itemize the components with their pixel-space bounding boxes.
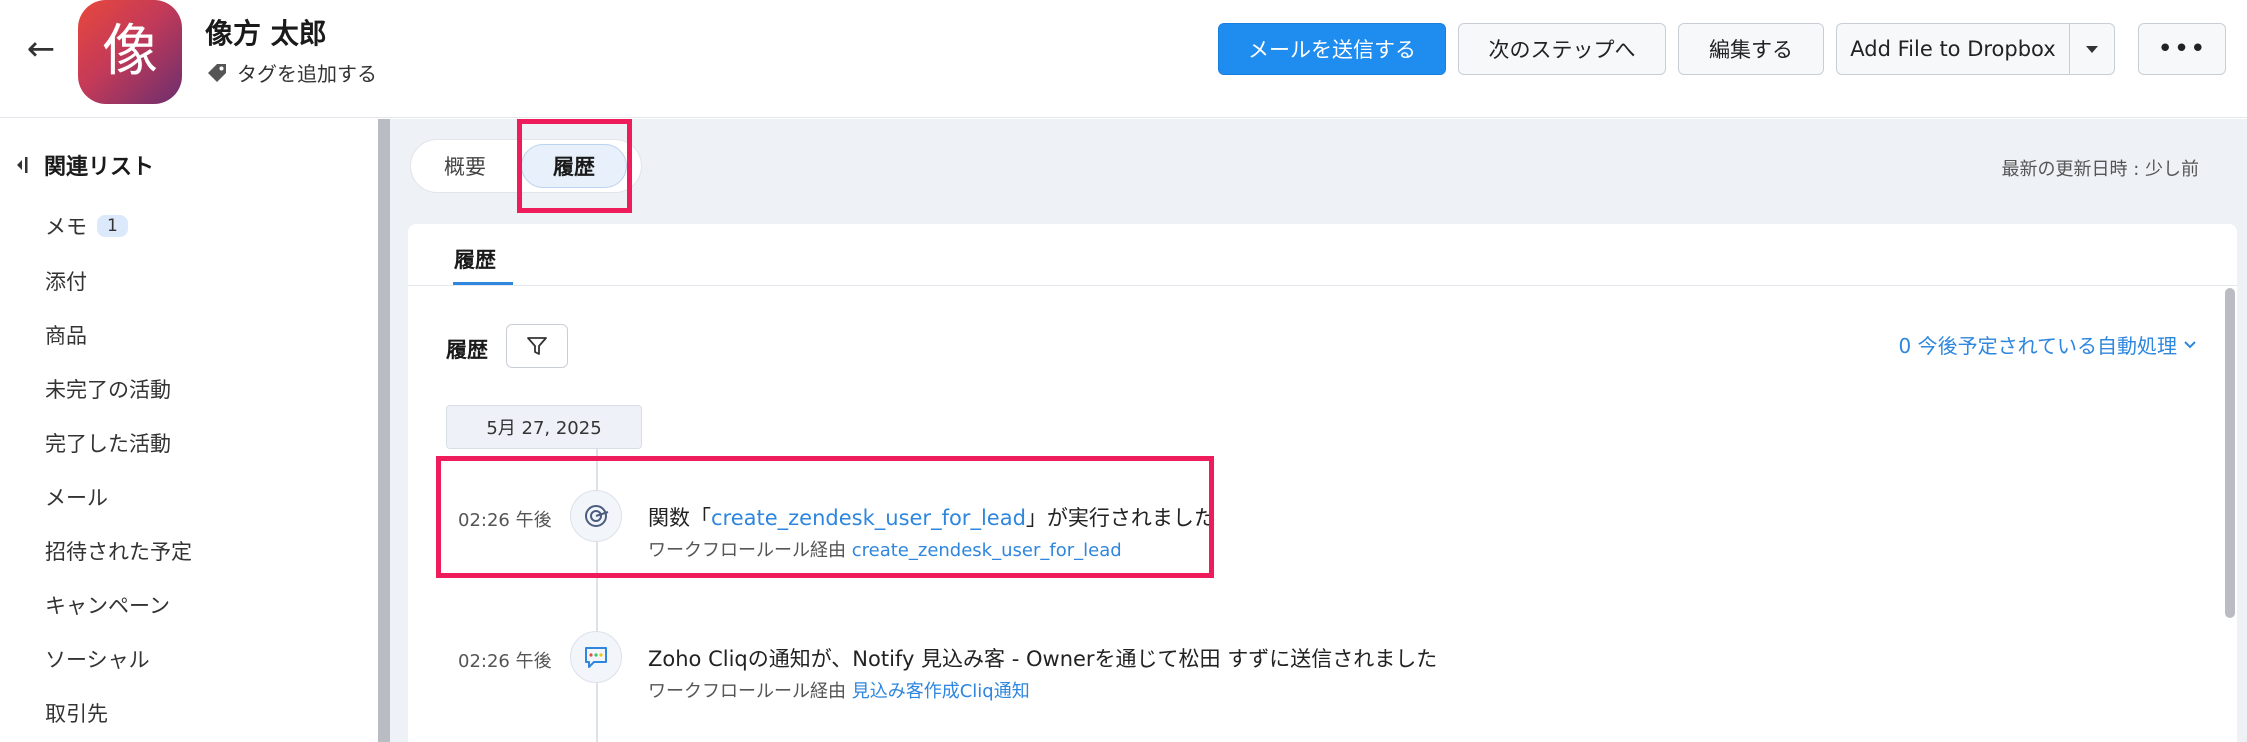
sidebar-title-label: 関連リスト [44, 155, 155, 180]
filter-button[interactable] [506, 324, 568, 368]
sidebar-item-open-activities[interactable]: 未完了の活動 [45, 374, 171, 404]
add-tag-label: タグを追加する [237, 62, 377, 86]
sidebar-item-products[interactable]: 商品 [45, 320, 87, 350]
sidebar-item-label: メール [45, 486, 108, 510]
add-file-to-dropbox-button[interactable]: Add File to Dropbox [1836, 23, 2070, 75]
avatar: 像 [78, 0, 182, 104]
panel-tab-history[interactable]: 履歴 [454, 244, 496, 274]
chat-notification-icon [570, 631, 622, 683]
sidebar-item-closed-activities[interactable]: 完了した活動 [45, 428, 171, 458]
sidebar-item-label: メモ [45, 215, 87, 239]
highlight-box-history-tab [517, 119, 632, 213]
scheduled-automation-label: 0 今後予定されている自動処理 [1898, 334, 2177, 358]
sidebar-item-label: 未完了の活動 [45, 378, 171, 402]
entry-subtitle: ワークフロールール経由 見込み客作成Cliq通知 [648, 677, 1030, 703]
sidebar-item-label: 完了した活動 [45, 432, 171, 456]
more-options-button[interactable]: ••• [2138, 23, 2226, 75]
collapse-sidebar-icon[interactable] [14, 154, 30, 176]
sidebar-item-label: 招待された予定 [45, 540, 192, 564]
chevron-down-icon [2184, 340, 2196, 348]
panel-scrollbar[interactable] [2225, 288, 2235, 618]
tag-icon [208, 63, 226, 82]
sidebar-item-label: 添付 [45, 270, 87, 294]
active-tab-underline [453, 282, 513, 285]
highlight-box-function-entry [436, 456, 1214, 578]
edit-button[interactable]: 編集する [1678, 23, 1824, 75]
sidebar-scrollbar[interactable] [378, 119, 390, 742]
entry-time: 02:26 午後 [458, 651, 552, 672]
back-arrow-icon[interactable]: ← [22, 30, 60, 68]
entry-sub-prefix: ワークフロールール経由 [648, 681, 852, 702]
panel-tabbar: 履歴 [408, 224, 2237, 286]
history-label: 履歴 [446, 338, 488, 362]
sidebar-item-mail[interactable]: メール [45, 482, 108, 512]
sidebar-item-label: キャンペーン [45, 594, 170, 618]
date-chip: 5月 27, 2025 [446, 405, 642, 449]
send-mail-button[interactable]: メールを送信する [1218, 23, 1446, 75]
sidebar-item-accounts[interactable]: 取引先 [45, 698, 108, 728]
sidebar-item-invited-events[interactable]: 招待された予定 [45, 536, 192, 566]
scheduled-automation-link[interactable]: 0 今後予定されている自動処理 [1899, 330, 2197, 359]
tab-overview[interactable]: 概要 [419, 144, 511, 188]
sidebar-item-label: ソーシャル [45, 648, 150, 672]
last-updated-text: 最新の更新日時 : 少し前 [2001, 159, 2199, 180]
workflow-rule-link[interactable]: 見込み客作成Cliq通知 [852, 681, 1030, 702]
next-step-button[interactable]: 次のステップへ [1458, 23, 1666, 75]
chevron-down-icon [2086, 45, 2098, 53]
sidebar-item-attachments[interactable]: 添付 [45, 266, 87, 296]
add-tag-link[interactable]: タグを追加する [205, 58, 377, 87]
record-header: ← 像 像方 太郎 タグを追加する メールを送信する 次のステップへ 編集する … [0, 0, 2247, 118]
sidebar-item-campaigns[interactable]: キャンペーン [45, 590, 170, 620]
page-title: 像方 太郎 [205, 17, 327, 50]
dropbox-dropdown-button[interactable] [2069, 23, 2115, 75]
filter-icon [527, 337, 547, 355]
memo-count-badge: 1 [97, 215, 128, 237]
sidebar-title[interactable]: 関連リスト [14, 149, 154, 181]
main-content: 概要 履歴 最新の更新日時 : 少し前 履歴 履歴 0 今後予定されている自動処… [390, 119, 2247, 742]
entry-title: Zoho Cliqの通知が、Notify 見込み客 - Ownerを通じて松田 … [648, 647, 1438, 671]
sidebar-item-social[interactable]: ソーシャル [45, 644, 150, 674]
sidebar-item-memo[interactable]: メモ 1 [45, 211, 128, 241]
sidebar-item-label: 商品 [45, 324, 87, 348]
sidebar-item-label: 取引先 [45, 702, 108, 726]
